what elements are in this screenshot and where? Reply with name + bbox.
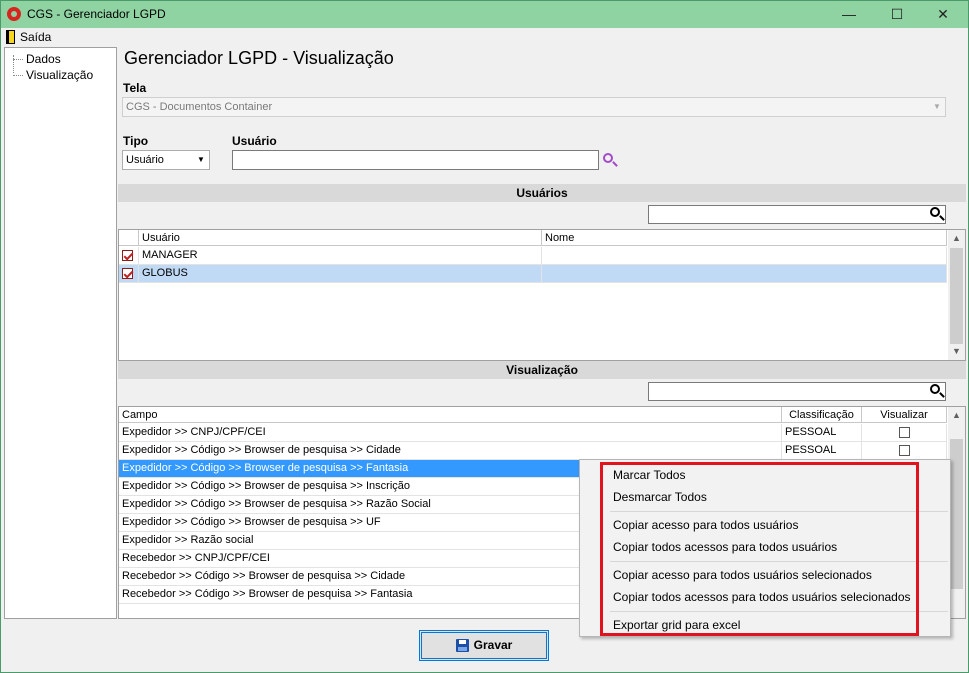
users-section-header: Usuários [118, 184, 966, 202]
classificacao-cell: PESSOAL [782, 442, 862, 460]
scroll-up-icon[interactable]: ▲ [948, 230, 965, 247]
menu-bar: Saída [1, 28, 968, 47]
tela-label: Tela [123, 81, 147, 95]
user-cell: MANAGER [139, 247, 542, 265]
search-icon[interactable] [603, 153, 613, 163]
save-disk-icon [456, 639, 469, 652]
usuario-label: Usuário [232, 134, 277, 148]
close-button[interactable]: ✕ [920, 1, 966, 28]
view-column-campo[interactable]: Campo [119, 407, 782, 423]
scroll-up-icon[interactable]: ▲ [948, 407, 965, 424]
row-checkbox-cell[interactable] [119, 247, 139, 265]
page-title: Gerenciador LGPD - Visualização [124, 48, 394, 68]
minimize-button[interactable]: — [826, 1, 872, 28]
scrollbar-thumb[interactable] [950, 248, 963, 344]
tela-select-value: CGS - Documentos Container [126, 101, 273, 113]
tree-item-visualizacao[interactable]: Visualização [13, 67, 93, 83]
exit-menu-label: Saída [20, 30, 52, 44]
chevron-down-icon: ▼ [197, 155, 205, 164]
save-button[interactable]: Gravar [419, 630, 549, 661]
view-search-input[interactable] [648, 382, 946, 401]
tipo-label: Tipo [123, 134, 149, 148]
exit-menu-item[interactable]: Saída [4, 29, 51, 46]
window-title: CGS - Gerenciador LGPD [27, 7, 166, 21]
tipo-select-value: Usuário [126, 154, 164, 166]
usuario-input[interactable] [232, 150, 599, 170]
chevron-down-icon: ▼ [933, 102, 941, 111]
users-grid: Usuário Nome MANAGER GLOBUS ▲ ▼ [118, 229, 966, 361]
users-column-nome[interactable]: Nome [542, 230, 947, 246]
maximize-button[interactable]: ☐ [874, 1, 920, 28]
visualizar-cell[interactable] [862, 442, 947, 460]
tela-select[interactable]: CGS - Documentos Container ▼ [122, 97, 946, 117]
users-column-usuario[interactable]: Usuário [139, 230, 542, 246]
navigation-tree: Dados Visualização [4, 47, 117, 619]
app-logo-icon [7, 7, 21, 21]
app-window: CGS - Gerenciador LGPD — ☐ ✕ Saída Dados… [0, 0, 969, 673]
campo-cell: Expedidor >> Código >> Browser de pesqui… [119, 442, 782, 460]
view-section-header: Visualização [118, 361, 966, 379]
tree-item-label: Visualização [26, 68, 94, 82]
name-cell [542, 247, 947, 265]
user-cell: GLOBUS [139, 265, 542, 283]
users-search-input[interactable] [648, 205, 946, 224]
users-scrollbar[interactable]: ▲ ▼ [948, 230, 965, 360]
name-cell [542, 265, 947, 283]
scrollbar-thumb[interactable] [950, 439, 963, 589]
search-icon[interactable] [930, 384, 940, 394]
tree-item-label: Dados [26, 52, 61, 66]
row-checkbox-cell[interactable] [119, 265, 139, 283]
tipo-select[interactable]: Usuário ▼ [122, 150, 210, 170]
highlight-annotation-box [600, 462, 919, 636]
grid-header-cell [119, 230, 139, 246]
search-icon[interactable] [930, 207, 940, 217]
view-column-classificacao[interactable]: Classificação [782, 407, 862, 423]
checkbox-unchecked[interactable] [899, 427, 910, 438]
scroll-down-icon[interactable]: ▼ [948, 343, 965, 360]
tree-item-dados[interactable]: Dados [13, 51, 61, 67]
view-column-visualizar[interactable]: Visualizar [862, 407, 947, 423]
title-bar[interactable]: CGS - Gerenciador LGPD — ☐ ✕ [1, 1, 968, 28]
checkbox-checked[interactable] [122, 250, 133, 261]
checkbox-checked[interactable] [122, 268, 133, 279]
campo-cell: Expedidor >> CNPJ/CPF/CEI [119, 424, 782, 442]
classificacao-cell: PESSOAL [782, 424, 862, 442]
visualizar-cell[interactable] [862, 424, 947, 442]
checkbox-unchecked[interactable] [899, 445, 910, 456]
exit-door-icon [6, 30, 15, 44]
